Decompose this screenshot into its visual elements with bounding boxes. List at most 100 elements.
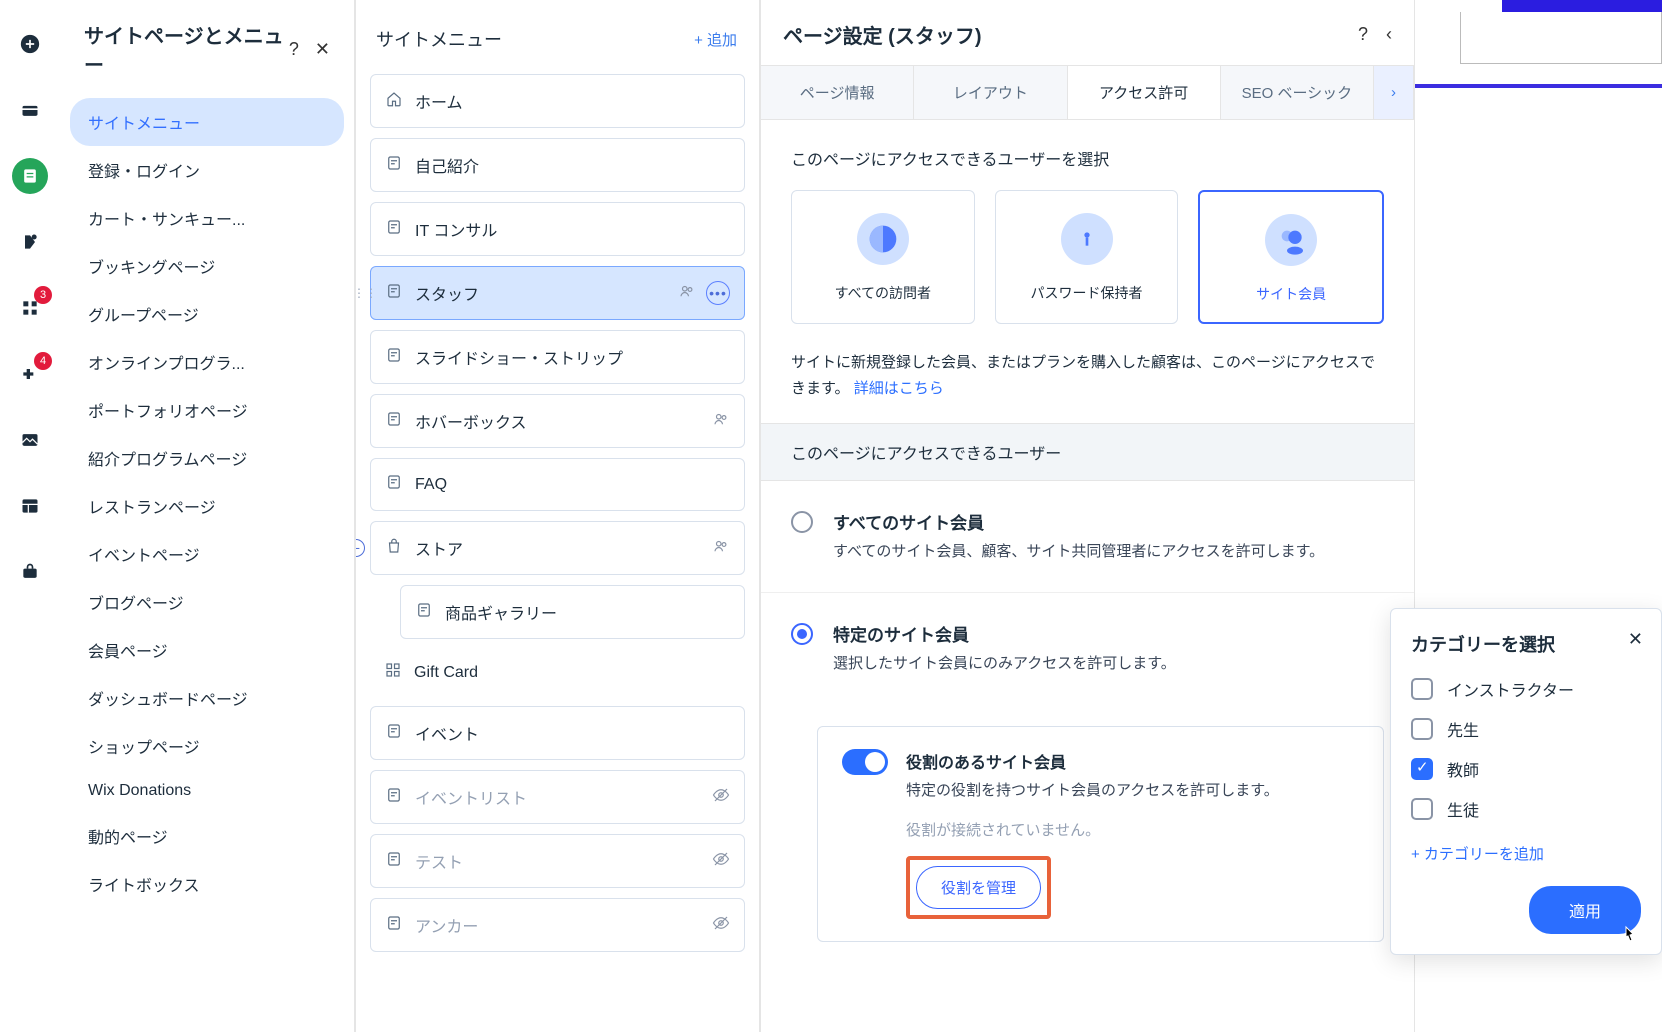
apps-icon[interactable]: 3: [12, 290, 48, 326]
page-row[interactable]: IT コンサル: [370, 202, 745, 256]
page-type-icon: [385, 914, 403, 937]
page-label: アンカー: [415, 913, 478, 937]
page-row[interactable]: 商品ギャラリー: [400, 585, 745, 639]
tree-item[interactable]: 会員ページ: [70, 626, 344, 674]
media-icon[interactable]: [12, 422, 48, 458]
back-icon[interactable]: ‹: [1386, 24, 1392, 45]
page-label: 自己紹介: [415, 153, 479, 177]
popup-close-icon[interactable]: ✕: [1628, 629, 1643, 650]
page-row[interactable]: テスト: [370, 834, 745, 888]
tree-item[interactable]: グループページ: [70, 290, 344, 338]
members-description: サイトに新規登録した会員、またはプランを購入した顧客は、このページにアクセスでき…: [761, 350, 1414, 423]
page-row[interactable]: −ストア: [370, 521, 745, 575]
page-type-icon: [415, 601, 433, 624]
add-page-link[interactable]: + 追加: [694, 29, 737, 50]
category-item[interactable]: 先生: [1411, 717, 1641, 741]
tree-item[interactable]: 紹介プログラムページ: [70, 434, 344, 482]
page-type-icon: [385, 850, 403, 873]
key-icon: [1061, 213, 1113, 265]
select-users-heading: このページにアクセスできるユーザーを選択: [791, 146, 1384, 170]
settings-title: ページ設定 (スタッフ): [783, 20, 981, 49]
tree-item[interactable]: ポートフォリオページ: [70, 386, 344, 434]
pages-tree-panel: サイトページとメニュー ? ✕ サイトメニュー登録・ログインカート・サンキュー.…: [60, 0, 355, 1032]
page-label: テスト: [415, 849, 463, 873]
page-row[interactable]: イベント: [370, 706, 745, 760]
manage-roles-button[interactable]: 役割を管理: [916, 866, 1041, 909]
tab-seo[interactable]: SEO ベーシック: [1221, 66, 1374, 119]
plugins-badge: 4: [34, 352, 52, 370]
checkbox-icon[interactable]: [1411, 798, 1433, 820]
tree-item[interactable]: カート・サンキュー...: [70, 194, 344, 242]
page-row[interactable]: Gift Card: [370, 649, 745, 696]
page-row[interactable]: アンカー: [370, 898, 745, 952]
category-item[interactable]: 教師: [1411, 757, 1641, 781]
tree-item[interactable]: 動的ページ: [70, 812, 344, 860]
category-item[interactable]: インストラクター: [1411, 677, 1641, 701]
option-password[interactable]: パスワード保持者: [995, 190, 1179, 324]
page-type-icon: [385, 786, 403, 809]
category-label: インストラクター: [1447, 677, 1574, 701]
page-row[interactable]: ⋮⋮スタッフ•••: [370, 266, 745, 320]
checkbox-icon[interactable]: [1411, 758, 1433, 780]
page-row[interactable]: FAQ: [370, 458, 745, 511]
option-all-visitors[interactable]: すべての訪問者: [791, 190, 975, 324]
add-icon[interactable]: [12, 26, 48, 62]
tree-item[interactable]: 登録・ログイン: [70, 146, 344, 194]
help-icon[interactable]: ?: [1358, 24, 1368, 45]
more-icon[interactable]: •••: [706, 281, 730, 305]
page-type-icon: [385, 282, 403, 305]
collapse-icon[interactable]: −: [355, 539, 365, 557]
tree-item[interactable]: ダッシュボードページ: [70, 674, 344, 722]
radio-icon[interactable]: [791, 623, 813, 645]
radio-desc: 選択したサイト会員にのみアクセスを許可します。: [833, 652, 1176, 676]
page-label: FAQ: [415, 476, 447, 494]
design-icon[interactable]: [12, 224, 48, 260]
layout-icon[interactable]: [12, 488, 48, 524]
members-icon: [712, 410, 730, 433]
pages-icon[interactable]: [12, 158, 48, 194]
learn-more-link[interactable]: 詳細はこちら: [854, 380, 944, 397]
editor-icon-rail: 3 4: [0, 0, 60, 1032]
tree-item[interactable]: ブログページ: [70, 578, 344, 626]
tree-item[interactable]: サイトメニュー: [70, 98, 344, 146]
category-label: 先生: [1447, 717, 1479, 741]
tree-item[interactable]: オンラインプログラ...: [70, 338, 344, 386]
tab-page-info[interactable]: ページ情報: [761, 66, 914, 119]
radio-all-members[interactable]: すべてのサイト会員 すべてのサイト会員、顧客、サイト共同管理者にアクセスを許可し…: [761, 481, 1414, 593]
tree-item[interactable]: イベントページ: [70, 530, 344, 578]
checkbox-icon[interactable]: [1411, 718, 1433, 740]
apply-button[interactable]: 適用: [1529, 886, 1641, 934]
page-row[interactable]: ホバーボックス: [370, 394, 745, 448]
add-category-link[interactable]: + カテゴリーを追加: [1411, 843, 1641, 864]
tree-item[interactable]: Wix Donations: [70, 770, 344, 812]
page-row[interactable]: ホーム: [370, 74, 745, 128]
page-row[interactable]: 自己紹介: [370, 138, 745, 192]
option-members[interactable]: サイト会員: [1198, 190, 1384, 324]
tab-layout[interactable]: レイアウト: [914, 66, 1067, 119]
tree-item[interactable]: ショップページ: [70, 722, 344, 770]
page-row[interactable]: スライドショー・ストリップ: [370, 330, 745, 384]
page-settings-panel: ページ設定 (スタッフ) ? ‹ ページ情報 レイアウト アクセス許可 SEO …: [760, 0, 1415, 1032]
payments-icon[interactable]: [12, 92, 48, 128]
category-item[interactable]: 生徒: [1411, 797, 1641, 821]
tree-item[interactable]: レストランページ: [70, 482, 344, 530]
page-row[interactable]: イベントリスト: [370, 770, 745, 824]
page-label: IT コンサル: [415, 217, 497, 241]
drag-handle-icon[interactable]: ⋮⋮: [355, 286, 377, 300]
close-icon[interactable]: ✕: [315, 39, 330, 60]
business-icon[interactable]: [12, 554, 48, 590]
radio-specific-members[interactable]: 特定のサイト会員 選択したサイト会員にのみアクセスを許可します。: [761, 593, 1414, 704]
plugins-icon[interactable]: 4: [12, 356, 48, 392]
page-type-icon: [385, 410, 403, 433]
help-icon[interactable]: ?: [289, 39, 299, 60]
hidden-icon: [712, 786, 730, 809]
checkbox-icon[interactable]: [1411, 678, 1433, 700]
radio-icon[interactable]: [791, 511, 813, 533]
tree-item[interactable]: ライトボックス: [70, 860, 344, 908]
role-toggle[interactable]: [842, 749, 888, 775]
tree-item[interactable]: ブッキングページ: [70, 242, 344, 290]
radio-title: 特定のサイト会員: [833, 621, 1176, 646]
tab-permissions[interactable]: アクセス許可: [1068, 66, 1221, 119]
page-type-icon: [385, 537, 403, 560]
tabs-scroll-right[interactable]: ›: [1374, 66, 1414, 119]
